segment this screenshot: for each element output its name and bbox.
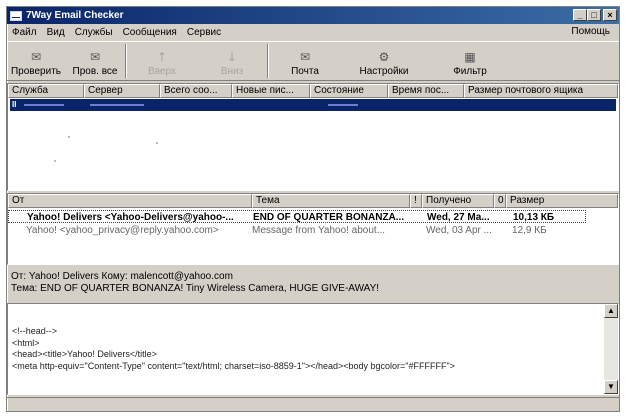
check-mail-icon: ✉: [30, 50, 42, 64]
account-state-cell: [328, 104, 358, 106]
column-total[interactable]: Всего соо...: [160, 84, 232, 98]
column-mailbox-size[interactable]: Размер почтового ящика: [464, 84, 618, 98]
settings-button-label: Настройки: [359, 66, 409, 77]
preview-scrollbar[interactable]: ▲ ▼: [604, 304, 618, 394]
filter-icon: ▦: [464, 50, 476, 64]
menu-services[interactable]: Службы: [70, 27, 118, 38]
menu-view[interactable]: Вид: [42, 27, 70, 38]
mail-icon: ✉: [299, 50, 311, 64]
filter-button[interactable]: ▦ Фильтр: [427, 42, 513, 80]
check-all-button-label: Пров. все: [72, 66, 118, 77]
message-subject-line: Тема: END OF QUARTER BONANZA! Tiny Wirel…: [11, 283, 380, 294]
column-attachment[interactable]: 0: [494, 194, 506, 208]
column-new[interactable]: Новые пис...: [232, 84, 310, 98]
message-from: Yahoo! Delivers <Yahoo-Delivers@yahoo-..…: [27, 212, 234, 223]
app-icon: [10, 10, 22, 21]
scroll-down-button[interactable]: ▼: [604, 380, 618, 394]
message-from: Yahoo! <yahoo_privacy@reply.yahoo.com>: [26, 225, 219, 236]
list-artifact: [54, 160, 56, 162]
column-size[interactable]: Размер: [506, 194, 618, 208]
column-received[interactable]: Получено: [422, 194, 494, 208]
window-title: 7Way Email Checker: [26, 10, 124, 21]
message-list-header: От Тема ! Получено 0 Размер: [8, 194, 618, 208]
list-artifact: [156, 142, 158, 144]
body-line: <head><title>Yahoo! Delivers</title>: [12, 349, 157, 359]
body-line: <!--head-->: [12, 326, 58, 336]
message-list[interactable]: От Тема ! Получено 0 Размер Yahoo! Deliv…: [7, 193, 619, 265]
menu-bar: Файл Вид Службы Сообщения Сервис Помощь: [7, 24, 619, 40]
menu-tools[interactable]: Сервис: [182, 27, 226, 38]
column-status[interactable]: Состояние: [310, 84, 388, 98]
accounts-header: Служба Сервер Всего соо... Новые пис... …: [8, 84, 618, 98]
column-priority[interactable]: !: [410, 194, 422, 208]
body-line: <meta http-equiv="Content-Type" content=…: [12, 360, 455, 371]
status-bar: [7, 397, 619, 411]
arrow-up-icon: ↑: [156, 50, 168, 64]
list-artifact: [68, 136, 70, 138]
message-received: Wed, 27 Ma...: [427, 212, 490, 223]
message-size: 12,9 КБ: [512, 225, 547, 236]
message-row[interactable]: Yahoo! Delivers <Yahoo-Delivers@yahoo-..…: [8, 210, 586, 223]
move-down-button-label: Вниз: [220, 66, 244, 77]
accounts-list[interactable]: Служба Сервер Всего соо... Новые пис... …: [7, 83, 619, 191]
message-received: Wed, 03 Apr ...: [426, 225, 492, 236]
column-last-time[interactable]: Время пос...: [388, 84, 464, 98]
body-line: <html>: [12, 337, 40, 348]
minimize-button[interactable]: _: [573, 9, 587, 21]
message-body: <!--head--> <html> <head><title>Yahoo! D…: [12, 326, 455, 372]
close-button[interactable]: ×: [603, 9, 617, 21]
settings-button[interactable]: ⚙ Настройки: [341, 42, 427, 80]
message-subject: Message from Yahoo! about...: [252, 225, 386, 236]
filter-button-label: Фильтр: [453, 66, 487, 77]
move-up-button-label: Вверх: [148, 66, 176, 77]
message-row[interactable]: Yahoo! <yahoo_privacy@reply.yahoo.com> M…: [8, 224, 586, 237]
column-service[interactable]: Служба: [8, 84, 84, 98]
check-all-icon: ✉: [89, 50, 101, 64]
title-bar[interactable]: 7Way Email Checker _ □ ×: [7, 7, 619, 24]
window-controls: _ □ ×: [573, 9, 617, 21]
mail-button[interactable]: ✉ Почта: [269, 42, 341, 80]
move-up-button[interactable]: ↑ Вверх: [127, 42, 197, 80]
maximize-button[interactable]: □: [587, 9, 601, 21]
column-server[interactable]: Сервер: [84, 84, 160, 98]
settings-icon: ⚙: [378, 50, 390, 64]
menu-help[interactable]: Помощь: [566, 26, 615, 37]
column-from[interactable]: От: [8, 194, 252, 208]
arrow-down-icon: ↓: [226, 50, 238, 64]
message-subject: END OF QUARTER BONANZA...: [253, 212, 405, 223]
mail-button-label: Почта: [291, 66, 319, 77]
move-down-button[interactable]: ↓ Вниз: [197, 42, 267, 80]
account-server-cell: [90, 104, 144, 106]
scroll-up-button[interactable]: ▲: [604, 304, 618, 318]
column-subject[interactable]: Тема: [252, 194, 410, 208]
message-info-bar: От: Yahoo! Delivers Кому: malencott@yaho…: [7, 269, 619, 299]
account-row-selected[interactable]: II: [10, 99, 616, 111]
menu-messages[interactable]: Сообщения: [118, 27, 182, 38]
message-size: 10,13 КБ: [513, 212, 555, 223]
account-status-marker: II: [12, 100, 17, 109]
menu-file[interactable]: Файл: [7, 27, 42, 38]
message-from-to: От: Yahoo! Delivers Кому: malencott@yaho…: [11, 271, 233, 282]
check-all-button[interactable]: ✉ Пров. все: [65, 42, 125, 80]
message-preview[interactable]: <!--head--> <html> <head><title>Yahoo! D…: [7, 303, 619, 395]
toolbar: ✉ Проверить ✉ Пров. все ↑ Вверх ↓ Вниз ✉…: [7, 41, 619, 81]
check-button-label: Проверить: [10, 66, 61, 77]
check-button[interactable]: ✉ Проверить: [7, 42, 65, 80]
account-service-cell: [24, 104, 64, 106]
app-window: 7Way Email Checker _ □ × Файл Вид Службы…: [6, 6, 620, 412]
